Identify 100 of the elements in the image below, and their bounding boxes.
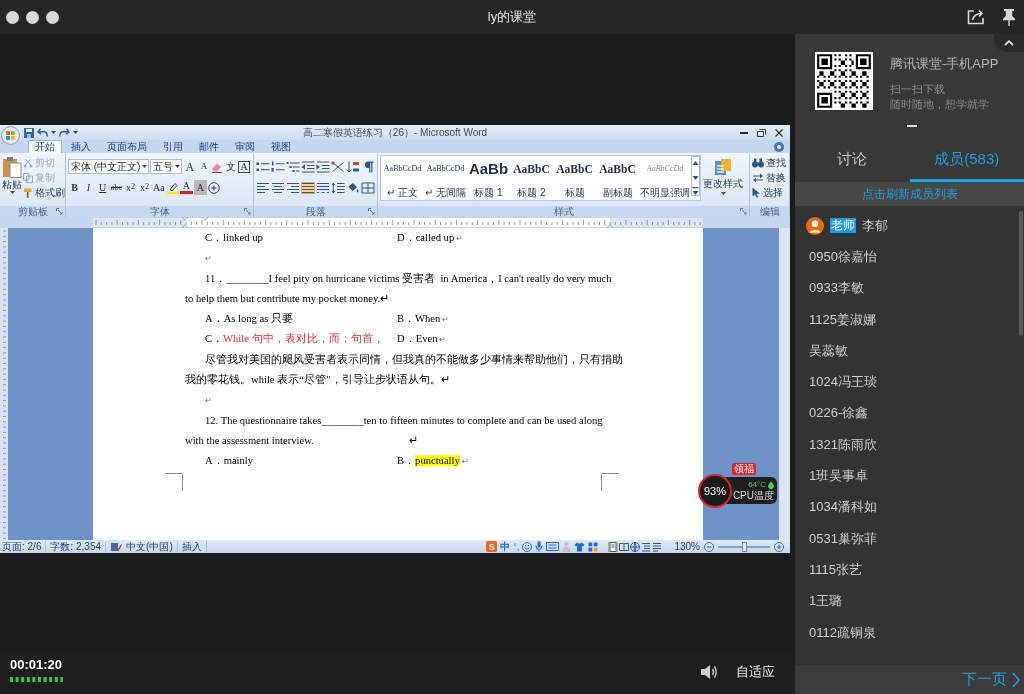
sort-icon[interactable] [346, 160, 360, 173]
paint-bucket-icon[interactable] [346, 181, 360, 194]
font-name-field[interactable]: 宋体 (中文正文) [68, 159, 150, 174]
member-name: 1321陈雨欣 [809, 435, 877, 454]
increase-indent-icon[interactable] [316, 160, 330, 173]
ribbon-tab[interactable]: 邮件 [192, 140, 226, 153]
speaker-icon[interactable] [700, 664, 718, 680]
strikethrough-button[interactable]: abc [110, 180, 124, 195]
window-control-icon[interactable] [46, 10, 59, 24]
grow-font-button[interactable]: A [183, 159, 197, 174]
answer-option: A．As long as 只要 [205, 309, 294, 331]
align-left-icon[interactable] [256, 181, 270, 194]
ime-mode[interactable]: 中 [500, 540, 511, 553]
ribbon-tab[interactable]: 开始 [28, 140, 62, 153]
style-tile[interactable]: AaBbC 标题 [553, 156, 596, 200]
character-shading-button[interactable]: A [193, 180, 207, 195]
window-control-icon[interactable] [6, 10, 19, 24]
panel-tab[interactable]: 讨论 [795, 140, 910, 182]
ribbon-tab[interactable]: 页面布局 [100, 140, 154, 153]
caret-icon[interactable] [51, 131, 56, 134]
style-tile[interactable]: AaBb 标题 1 [467, 156, 510, 200]
group-label: 剪贴板 [17, 206, 48, 217]
volume-meter-icon [10, 677, 64, 682]
align-right-icon[interactable] [286, 181, 300, 194]
bullet-list-icon[interactable] [256, 160, 270, 173]
pin-icon[interactable] [1002, 8, 1016, 26]
highlighter-icon[interactable] [166, 181, 179, 194]
redo-icon[interactable] [59, 128, 70, 137]
bold-button[interactable]: B [68, 180, 81, 195]
answer-option: D．Even ↵ [397, 329, 447, 351]
binoculars-icon [752, 157, 764, 168]
underline-button[interactable]: U [96, 180, 109, 195]
ribbon-tab[interactable]: 插入 [64, 140, 98, 153]
align-center-icon[interactable] [271, 181, 285, 194]
minimize-icon[interactable] [740, 131, 748, 134]
borders-icon[interactable] [361, 181, 375, 194]
numbered-list-icon[interactable] [271, 160, 285, 173]
ribbon-tab[interactable]: 引用 [156, 140, 190, 153]
round-icon[interactable] [774, 141, 784, 152]
paste-button[interactable]: 粘贴 [2, 155, 22, 206]
replace-icon [752, 172, 764, 183]
next-page-button[interactable]: 下一页 [795, 665, 1024, 694]
collapse-button[interactable] [994, 34, 1024, 52]
ribbon-tab[interactable]: 视图 [264, 140, 298, 153]
dialog-launcher-icon[interactable] [56, 208, 63, 215]
grid-icon[interactable] [588, 541, 599, 552]
style-tile[interactable]: AaBbCcDd ↵ 正文 [381, 156, 424, 200]
proofing-icon[interactable] [110, 541, 123, 552]
keyboard-icon[interactable] [546, 542, 560, 551]
dialog-launcher-icon[interactable] [368, 208, 375, 215]
distributed-icon[interactable] [316, 181, 330, 194]
ribbon-tab[interactable]: 审阅 [228, 140, 262, 153]
style-tile[interactable]: AaBbC 标题 2 [510, 156, 553, 200]
gallery-arrows-icon[interactable] [691, 156, 700, 196]
layout-icon[interactable] [331, 160, 345, 173]
multilevel-list-icon[interactable] [286, 160, 300, 173]
window-control-icon[interactable] [26, 10, 39, 24]
dialog-launcher-icon[interactable] [244, 208, 251, 215]
cpu-temperature: 64°C [748, 479, 766, 490]
shrink-font-button[interactable]: A [197, 159, 211, 174]
outline-view-icon[interactable] [641, 541, 652, 552]
justify-icon[interactable] [301, 181, 315, 194]
character-border-button[interactable]: A [238, 160, 250, 173]
save-icon[interactable] [24, 127, 34, 138]
style-tile[interactable]: AaBbCcDd 不明显强调 [639, 156, 691, 200]
office-button-icon[interactable] [1, 126, 20, 145]
format-painter-button[interactable]: 格式刷 [23, 186, 65, 199]
shirt-icon[interactable] [574, 541, 586, 552]
undo-icon[interactable] [37, 128, 48, 137]
style-tile[interactable]: AaBbCcDd ↵ 无间隔 [424, 156, 467, 200]
italic-button[interactable]: I [82, 180, 95, 195]
circled-plus-icon[interactable] [207, 181, 220, 194]
zoom-out-icon[interactable] [704, 541, 714, 552]
dialog-launcher-icon[interactable] [740, 208, 747, 215]
find-button[interactable]: 查找 [752, 156, 787, 169]
decrease-indent-icon[interactable] [301, 160, 315, 173]
style-tile[interactable]: AaBbC 副标题 [596, 156, 639, 200]
punctuation-mode[interactable]: °, [513, 540, 520, 553]
line-spacing-icon[interactable] [331, 181, 345, 194]
scrollbar[interactable] [1019, 211, 1023, 336]
microphone-icon[interactable] [535, 541, 544, 552]
select-button[interactable]: 选择 [752, 186, 787, 199]
change-styles-button[interactable]: 更改样式 [702, 155, 744, 206]
restore-icon[interactable] [757, 128, 766, 137]
share-icon[interactable] [967, 9, 985, 25]
zoom-in-icon[interactable] [774, 541, 784, 552]
draft-view-icon[interactable] [652, 541, 663, 552]
font-size-field[interactable]: 五号 [150, 159, 183, 174]
change-case-button[interactable]: Aa [152, 180, 166, 195]
caret-icon[interactable] [73, 131, 78, 134]
fit-button[interactable]: 自适应 [736, 663, 775, 681]
close-icon[interactable] [775, 128, 783, 137]
page-view-icon[interactable] [608, 541, 619, 552]
replace-button[interactable]: 替换 [752, 171, 787, 184]
globe-view-icon[interactable] [630, 541, 641, 552]
phonetic-guide-button[interactable]: 文 [224, 159, 238, 174]
book-view-icon[interactable] [619, 541, 630, 552]
smiley-icon[interactable] [522, 541, 533, 552]
slider-thumb[interactable] [741, 541, 747, 552]
reward-tag[interactable]: 领福 [732, 463, 756, 475]
